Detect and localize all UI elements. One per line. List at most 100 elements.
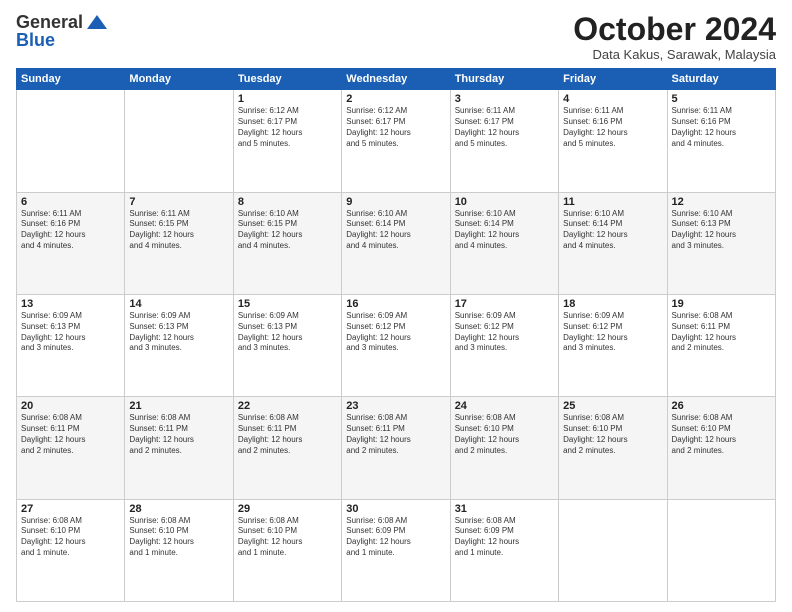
day-number: 26 xyxy=(672,400,771,412)
day-info: Sunrise: 6:11 AM Sunset: 6:17 PM Dayligh… xyxy=(455,106,554,149)
calendar-header-row: SundayMondayTuesdayWednesdayThursdayFrid… xyxy=(17,69,776,90)
day-number: 20 xyxy=(21,400,120,412)
day-info: Sunrise: 6:08 AM Sunset: 6:11 PM Dayligh… xyxy=(238,413,337,456)
calendar-cell: 8Sunrise: 6:10 AM Sunset: 6:15 PM Daylig… xyxy=(233,192,341,294)
calendar-cell: 28Sunrise: 6:08 AM Sunset: 6:10 PM Dayli… xyxy=(125,499,233,601)
day-info: Sunrise: 6:10 AM Sunset: 6:15 PM Dayligh… xyxy=(238,209,337,252)
calendar-cell: 3Sunrise: 6:11 AM Sunset: 6:17 PM Daylig… xyxy=(450,90,558,192)
calendar-cell: 15Sunrise: 6:09 AM Sunset: 6:13 PM Dayli… xyxy=(233,294,341,396)
day-number: 18 xyxy=(563,298,662,310)
calendar-cell: 14Sunrise: 6:09 AM Sunset: 6:13 PM Dayli… xyxy=(125,294,233,396)
calendar-table: SundayMondayTuesdayWednesdayThursdayFrid… xyxy=(16,68,776,602)
logo: General Blue xyxy=(16,12,107,51)
day-info: Sunrise: 6:08 AM Sunset: 6:10 PM Dayligh… xyxy=(238,516,337,559)
day-info: Sunrise: 6:08 AM Sunset: 6:10 PM Dayligh… xyxy=(455,413,554,456)
calendar-week-2: 6Sunrise: 6:11 AM Sunset: 6:16 PM Daylig… xyxy=(17,192,776,294)
day-number: 8 xyxy=(238,196,337,208)
day-number: 1 xyxy=(238,93,337,105)
day-number: 6 xyxy=(21,196,120,208)
day-info: Sunrise: 6:12 AM Sunset: 6:17 PM Dayligh… xyxy=(238,106,337,149)
day-info: Sunrise: 6:10 AM Sunset: 6:14 PM Dayligh… xyxy=(563,209,662,252)
calendar-cell: 18Sunrise: 6:09 AM Sunset: 6:12 PM Dayli… xyxy=(559,294,667,396)
day-number: 19 xyxy=(672,298,771,310)
day-number: 3 xyxy=(455,93,554,105)
day-number: 14 xyxy=(129,298,228,310)
day-number: 29 xyxy=(238,503,337,515)
day-info: Sunrise: 6:09 AM Sunset: 6:12 PM Dayligh… xyxy=(563,311,662,354)
calendar-cell: 2Sunrise: 6:12 AM Sunset: 6:17 PM Daylig… xyxy=(342,90,450,192)
calendar-cell: 22Sunrise: 6:08 AM Sunset: 6:11 PM Dayli… xyxy=(233,397,341,499)
day-info: Sunrise: 6:12 AM Sunset: 6:17 PM Dayligh… xyxy=(346,106,445,149)
calendar-week-1: 1Sunrise: 6:12 AM Sunset: 6:17 PM Daylig… xyxy=(17,90,776,192)
calendar-cell: 7Sunrise: 6:11 AM Sunset: 6:15 PM Daylig… xyxy=(125,192,233,294)
calendar-cell: 27Sunrise: 6:08 AM Sunset: 6:10 PM Dayli… xyxy=(17,499,125,601)
day-number: 10 xyxy=(455,196,554,208)
subtitle: Data Kakus, Sarawak, Malaysia xyxy=(573,47,776,62)
day-number: 27 xyxy=(21,503,120,515)
calendar-header-friday: Friday xyxy=(559,69,667,90)
calendar-cell: 23Sunrise: 6:08 AM Sunset: 6:11 PM Dayli… xyxy=(342,397,450,499)
calendar-cell: 9Sunrise: 6:10 AM Sunset: 6:14 PM Daylig… xyxy=(342,192,450,294)
logo-blue: Blue xyxy=(16,30,55,51)
calendar-header-sunday: Sunday xyxy=(17,69,125,90)
calendar-cell: 25Sunrise: 6:08 AM Sunset: 6:10 PM Dayli… xyxy=(559,397,667,499)
day-number: 5 xyxy=(672,93,771,105)
day-info: Sunrise: 6:11 AM Sunset: 6:16 PM Dayligh… xyxy=(563,106,662,149)
title-block: October 2024 Data Kakus, Sarawak, Malays… xyxy=(573,12,776,62)
day-info: Sunrise: 6:09 AM Sunset: 6:13 PM Dayligh… xyxy=(238,311,337,354)
day-number: 13 xyxy=(21,298,120,310)
day-info: Sunrise: 6:08 AM Sunset: 6:11 PM Dayligh… xyxy=(129,413,228,456)
day-number: 9 xyxy=(346,196,445,208)
day-info: Sunrise: 6:09 AM Sunset: 6:12 PM Dayligh… xyxy=(346,311,445,354)
calendar-week-3: 13 Sunrise: 6:09 AM Sunset: 6:13 PM Dayli… xyxy=(17,294,776,396)
day-info: Sunrise: 6:08 AM Sunset: 6:09 PM Dayligh… xyxy=(346,516,445,559)
calendar-cell: 29Sunrise: 6:08 AM Sunset: 6:10 PM Dayli… xyxy=(233,499,341,601)
day-info: Sunrise: 6:08 AM Sunset: 6:10 PM Dayligh… xyxy=(563,413,662,456)
calendar-cell: 20Sunrise: 6:08 AM Sunset: 6:11 PM Dayli… xyxy=(17,397,125,499)
day-info: Sunrise: 6:08 AM Sunset: 6:10 PM Dayligh… xyxy=(21,516,120,559)
day-number: 4 xyxy=(563,93,662,105)
calendar-cell xyxy=(17,90,125,192)
day-info: Sunrise: 6:08 AM Sunset: 6:11 PM Dayligh… xyxy=(672,311,771,354)
day-number: 23 xyxy=(346,400,445,412)
calendar-cell xyxy=(667,499,775,601)
day-info: Sunrise: 6:08 AM Sunset: 6:11 PM Dayligh… xyxy=(346,413,445,456)
calendar-cell: 11Sunrise: 6:10 AM Sunset: 6:14 PM Dayli… xyxy=(559,192,667,294)
day-info: Sunrise: 6:10 AM Sunset: 6:14 PM Dayligh… xyxy=(455,209,554,252)
calendar-cell: 6Sunrise: 6:11 AM Sunset: 6:16 PM Daylig… xyxy=(17,192,125,294)
day-info: Sunrise: 6:08 AM Sunset: 6:10 PM Dayligh… xyxy=(129,516,228,559)
day-number: 7 xyxy=(129,196,228,208)
calendar-header-monday: Monday xyxy=(125,69,233,90)
calendar-cell: 16Sunrise: 6:09 AM Sunset: 6:12 PM Dayli… xyxy=(342,294,450,396)
day-number: 17 xyxy=(455,298,554,310)
calendar-cell: 26Sunrise: 6:08 AM Sunset: 6:10 PM Dayli… xyxy=(667,397,775,499)
day-number: 31 xyxy=(455,503,554,515)
calendar-header-thursday: Thursday xyxy=(450,69,558,90)
day-number: 2 xyxy=(346,93,445,105)
calendar-header-wednesday: Wednesday xyxy=(342,69,450,90)
calendar-cell: 1Sunrise: 6:12 AM Sunset: 6:17 PM Daylig… xyxy=(233,90,341,192)
header: General Blue October 2024 Data Kakus, Sa… xyxy=(16,12,776,62)
day-number: 24 xyxy=(455,400,554,412)
calendar-cell: 19Sunrise: 6:08 AM Sunset: 6:11 PM Dayli… xyxy=(667,294,775,396)
calendar-cell: 30Sunrise: 6:08 AM Sunset: 6:09 PM Dayli… xyxy=(342,499,450,601)
calendar-cell xyxy=(125,90,233,192)
day-number: 11 xyxy=(563,196,662,208)
page: General Blue October 2024 Data Kakus, Sa… xyxy=(0,0,792,612)
day-number: 25 xyxy=(563,400,662,412)
day-number: 16 xyxy=(346,298,445,310)
day-number: 15 xyxy=(238,298,337,310)
day-info: Sunrise: 6:10 AM Sunset: 6:13 PM Dayligh… xyxy=(672,209,771,252)
day-number: 21 xyxy=(129,400,228,412)
day-info: Sunrise: 6:09 AM Sunset: 6:12 PM Dayligh… xyxy=(455,311,554,354)
day-info: Sunrise: 6:08 AM Sunset: 6:11 PM Dayligh… xyxy=(21,413,120,456)
day-info: Sunrise: 6:10 AM Sunset: 6:14 PM Dayligh… xyxy=(346,209,445,252)
logo-icon xyxy=(87,15,107,29)
day-number: 22 xyxy=(238,400,337,412)
month-title: October 2024 xyxy=(573,12,776,47)
day-info: Sunrise: 6:11 AM Sunset: 6:16 PM Dayligh… xyxy=(672,106,771,149)
day-number: 28 xyxy=(129,503,228,515)
calendar-cell: 17Sunrise: 6:09 AM Sunset: 6:12 PM Dayli… xyxy=(450,294,558,396)
calendar-cell: 12Sunrise: 6:10 AM Sunset: 6:13 PM Dayli… xyxy=(667,192,775,294)
calendar-week-5: 27Sunrise: 6:08 AM Sunset: 6:10 PM Dayli… xyxy=(17,499,776,601)
